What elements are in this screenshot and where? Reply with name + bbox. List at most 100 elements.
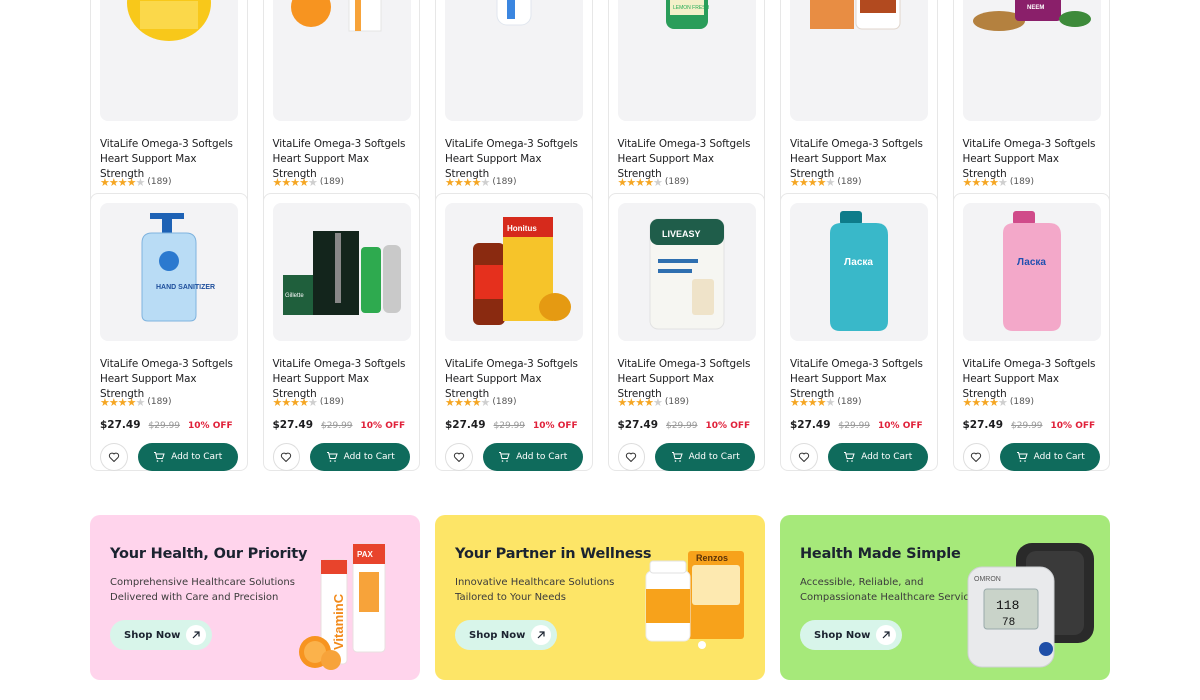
shop-now-button[interactable]: Shop Now	[800, 620, 902, 650]
heart-icon	[453, 452, 465, 462]
product-actions: Add to Cart	[790, 443, 928, 471]
promo-card-partner-wellness[interactable]: Your Partner in Wellness Innovative Heal…	[435, 515, 765, 680]
product-actions: Add to Cart	[445, 443, 583, 471]
add-to-cart-button[interactable]: Add to Cart	[482, 443, 583, 471]
product-rating: ★★★★★ (189)	[790, 175, 928, 189]
review-count: (189)	[1009, 177, 1035, 187]
product-name[interactable]: VitaLife Omega-3 Softgels Heart Support …	[100, 357, 238, 400]
promo-title: Your Health, Our Priority	[110, 546, 308, 562]
product-name[interactable]: VitaLife Omega-3 Softgels Heart Support …	[790, 137, 928, 180]
star-rating-icon: ★★★★★	[445, 175, 490, 189]
add-to-cart-button[interactable]: Add to Cart	[827, 443, 928, 471]
add-to-cart-button[interactable]: Add to Cart	[310, 443, 410, 471]
cart-icon	[326, 452, 338, 462]
current-price: $27.49	[617, 419, 659, 431]
honitus-cough-remedy-image: Honitus	[473, 217, 571, 325]
heart-icon	[281, 452, 292, 462]
product-thumbnail[interactable]: HAND SANITIZER	[100, 203, 238, 341]
wishlist-button[interactable]	[272, 443, 301, 471]
product-thumbnail[interactable]: LEMON FRESH	[617, 0, 756, 121]
product-name[interactable]: VitaLife Omega-3 Softgels Heart Support …	[963, 137, 1101, 180]
product-name[interactable]: VitaLife Omega-3 Softgels Heart Support …	[618, 137, 756, 180]
product-name[interactable]: VitaLife Omega-3 Softgels Heart Support …	[273, 357, 411, 400]
product-card[interactable]: Ласка VitaLife Omega-3 Softgels Heart Su…	[780, 193, 938, 471]
svg-text:118: 118	[996, 598, 1019, 613]
original-price: $29.99	[1011, 421, 1043, 431]
add-to-cart-label: Add to Cart	[343, 452, 395, 462]
add-to-cart-button[interactable]: Add to Cart	[655, 443, 755, 471]
shop-now-button[interactable]: Shop Now	[110, 620, 212, 650]
product-thumbnail[interactable]: Ласка	[962, 203, 1101, 341]
product-name[interactable]: VitaLife Omega-3 Softgels Heart Support …	[273, 137, 411, 180]
detergent-label: Ласка	[1017, 257, 1046, 268]
vitamin-c-tubes-image: PAX VitaminC	[299, 543, 386, 670]
product-card[interactable]: LIVEASY VitaLife Omega-3 Softgels Heart …	[607, 193, 765, 471]
product-thumbnail[interactable]	[100, 0, 238, 121]
review-count: (189)	[664, 397, 690, 407]
product-thumbnail[interactable]: Honitus	[445, 203, 583, 341]
brown-box-bottle-image	[810, 0, 901, 30]
product-name[interactable]: VitaLife Omega-3 Softgels Heart Support …	[790, 357, 928, 400]
blood-pressure-monitor-image: OMRON 118 78	[967, 543, 1094, 668]
product-thumbnail[interactable]: LIVEASY	[617, 203, 756, 341]
product-card[interactable]: Honitus VitaLife Omega-3 Softgels Heart …	[435, 193, 593, 471]
shop-now-label: Shop Now	[814, 629, 871, 641]
add-to-cart-button[interactable]: Add to Cart	[1000, 443, 1100, 471]
star-rating-icon: ★★★★★	[617, 395, 663, 409]
product-rating: ★★★★★ (189)	[963, 175, 1101, 189]
product-name[interactable]: VitaLife Omega-3 Softgels Heart Support …	[963, 357, 1101, 400]
product-thumbnail[interactable]	[790, 0, 928, 121]
product-thumbnail[interactable]	[272, 0, 411, 121]
pink-detergent-image: Ласка	[1002, 211, 1061, 331]
product-actions: Add to Cart	[617, 443, 755, 471]
review-count: (189)	[319, 177, 345, 187]
monitor-brand-label: OMRON	[974, 576, 1001, 583]
product-prices: $27.49 $29.99 10% OFF	[100, 419, 238, 431]
orange-vitamin-c-tube-image	[290, 0, 381, 32]
product-grid-row-2: HAND SANITIZER VitaLife Omega-3 Softgels…	[90, 193, 1111, 471]
promo-card-health-simple[interactable]: Health Made Simple Accessible, Reliable,…	[780, 515, 1110, 680]
arrow-up-right-icon	[186, 625, 206, 645]
neem-label: NEEM	[1027, 5, 1044, 11]
gillette-label: Gillette	[285, 293, 304, 299]
product-rating: ★★★★★ (189)	[618, 175, 756, 189]
product-thumbnail[interactable]: Ласка	[790, 203, 928, 341]
promo-text: Innovative Healthcare Solutions Tailored…	[455, 577, 615, 603]
promo-text: Accessible, Reliable, and Compassionate …	[800, 577, 981, 603]
discount-badge: 10% OFF	[1050, 421, 1096, 431]
product-card[interactable]: Gillette VitaLife Omega-3 Softgels Heart…	[262, 193, 420, 471]
liveasy-label: LIVEASY	[662, 229, 701, 239]
original-price: $29.99	[148, 421, 181, 431]
arrow-up-right-icon	[876, 625, 896, 645]
wishlist-button[interactable]	[790, 443, 818, 471]
add-to-cart-label: Add to Cart	[1033, 452, 1085, 462]
green-supplement-jar-image: LEMON FRESH	[665, 0, 710, 29]
blue-white-bottle-image	[496, 0, 532, 26]
wishlist-button[interactable]	[445, 443, 473, 471]
product-thumbnail[interactable]	[445, 0, 583, 121]
cart-icon	[844, 452, 855, 462]
add-to-cart-button[interactable]: Add to Cart	[137, 443, 238, 471]
shop-now-button[interactable]: Shop Now	[455, 620, 557, 650]
product-thumbnail[interactable]: NEEM	[962, 0, 1101, 121]
product-name[interactable]: VitaLife Omega-3 Softgels Heart Support …	[445, 357, 583, 400]
review-count: (189)	[837, 177, 862, 187]
heart-icon	[626, 452, 637, 462]
wishlist-button[interactable]	[100, 443, 128, 471]
product-card[interactable]: HAND SANITIZER VitaLife Omega-3 Softgels…	[90, 193, 248, 471]
jar-label: LEMON FRESH	[673, 5, 710, 11]
product-name[interactable]: VitaLife Omega-3 Softgels Heart Support …	[100, 137, 238, 180]
wishlist-button[interactable]	[617, 443, 646, 471]
product-card[interactable]: Ласка VitaLife Omega-3 Softgels Heart Su…	[952, 193, 1110, 471]
product-prices: $27.49 $29.99 10% OFF	[963, 419, 1101, 431]
wishlist-button[interactable]	[962, 443, 991, 471]
promo-card-health-priority[interactable]: Your Health, Our Priority Comprehensive …	[90, 515, 420, 680]
discount-badge: 10% OFF	[533, 421, 578, 431]
review-count: (189)	[1009, 397, 1035, 407]
svg-text:78: 78	[1002, 617, 1015, 629]
product-name[interactable]: VitaLife Omega-3 Softgels Heart Support …	[445, 137, 583, 180]
product-name[interactable]: VitaLife Omega-3 Softgels Heart Support …	[618, 357, 756, 400]
star-rating-icon: ★★★★★	[445, 395, 490, 409]
gillette-set-image: Gillette	[282, 231, 401, 315]
product-thumbnail[interactable]: Gillette	[272, 203, 411, 341]
